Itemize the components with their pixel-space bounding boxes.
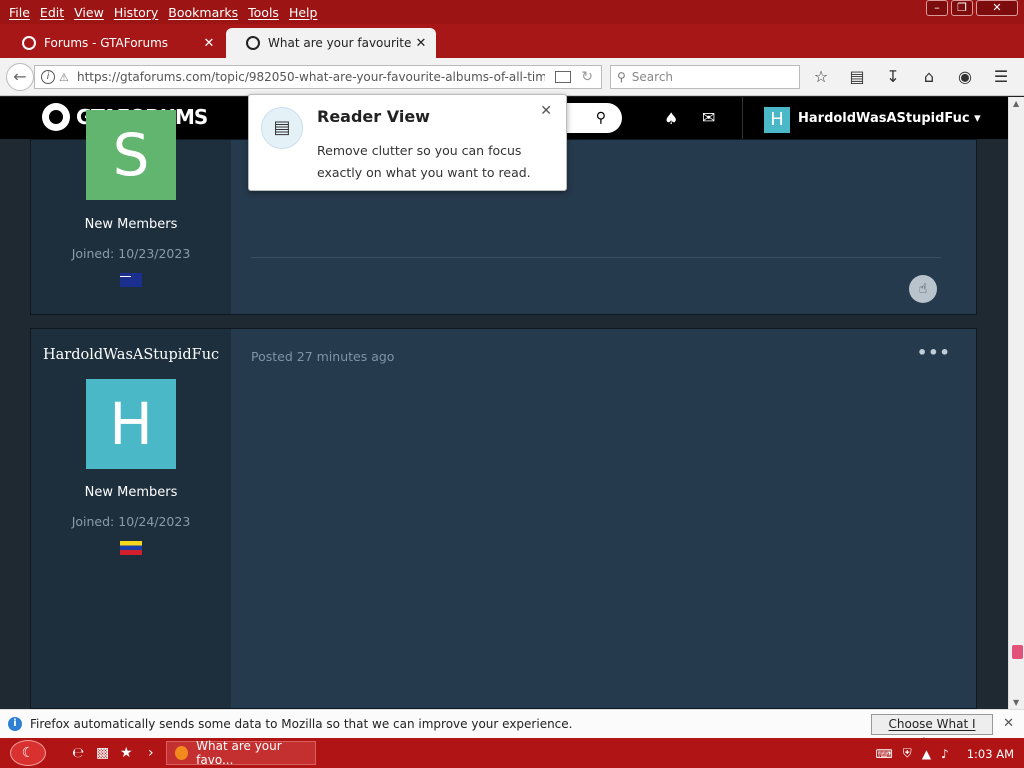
tab-topic[interactable]: What are your favourite alb... ✕ bbox=[226, 28, 436, 58]
caret-down-icon: ▾ bbox=[974, 111, 981, 126]
close-icon[interactable]: ✕ bbox=[1003, 716, 1014, 731]
post-author-panel: S New Members Joined: 10/23/2023 bbox=[31, 110, 231, 314]
choose-what-i-share-button[interactable]: Choose What I Share bbox=[871, 714, 993, 750]
tab-forums[interactable]: Forums - GTAForums ✕ bbox=[2, 28, 224, 58]
toolbar-icons: ☆ ▤ ↧ ⌂ ◉ ☰ bbox=[810, 66, 1012, 88]
menu-bar: File Edit View History Bookmarks Tools H… bbox=[0, 0, 1024, 24]
post-author-panel: HardoldWasAStupidFuc H New Members Joine… bbox=[31, 329, 231, 708]
menu-bookmarks[interactable]: Bookmarks bbox=[163, 5, 243, 20]
keyboard-icon[interactable]: ⌨ bbox=[875, 747, 892, 761]
post-author[interactable]: HardoldWasAStupidFuc bbox=[43, 347, 219, 363]
info-icon[interactable]: i bbox=[41, 70, 55, 84]
menu-help[interactable]: Help bbox=[284, 5, 323, 20]
avatar[interactable]: H bbox=[86, 379, 176, 469]
menu-file[interactable]: File bbox=[4, 5, 35, 20]
menu-tools[interactable]: Tools bbox=[243, 5, 284, 20]
search-placeholder: Search bbox=[631, 70, 674, 84]
info-icon: i bbox=[8, 717, 22, 731]
notification-bar: i Firefox automatically sends some data … bbox=[0, 709, 1024, 750]
close-window-button[interactable]: ✕ bbox=[976, 0, 1018, 16]
bookmark-star-icon[interactable]: ☆ bbox=[810, 66, 832, 88]
lock-icon: ⚠ bbox=[59, 71, 69, 84]
reload-icon[interactable]: ↻ bbox=[581, 69, 593, 85]
member-group: New Members bbox=[84, 217, 178, 232]
download-icon[interactable]: ↧ bbox=[882, 66, 904, 88]
reader-view-icon: ▤ bbox=[261, 107, 303, 149]
firefox-icon bbox=[175, 746, 189, 760]
tab-bar: Forums - GTAForums ✕ What are your favou… bbox=[0, 24, 1024, 75]
internet-explorer-icon[interactable]: ℮ bbox=[72, 745, 84, 761]
shield-icon[interactable]: ⛨ bbox=[903, 746, 912, 761]
taskbar-firefox-window[interactable]: What are your favo... bbox=[166, 739, 316, 767]
pocket-icon[interactable]: ◉ bbox=[954, 66, 976, 88]
joined-date: Joined: 10/24/2023 bbox=[71, 514, 191, 529]
close-icon[interactable]: ✕ bbox=[540, 103, 552, 119]
reading-list-icon[interactable]: ▤ bbox=[846, 66, 868, 88]
menu-view[interactable]: View bbox=[69, 5, 109, 20]
start-button[interactable]: ☾ bbox=[10, 740, 46, 766]
search-icon: ⚲ bbox=[617, 70, 626, 84]
like-icon[interactable]: ☝ bbox=[909, 275, 937, 303]
url-text[interactable]: https://gtaforums.com/topic/982050-what-… bbox=[77, 70, 545, 84]
user-avatar[interactable]: H bbox=[764, 107, 790, 133]
close-icon[interactable]: ✕ bbox=[202, 36, 216, 51]
post-timestamp: Posted 27 minutes ago bbox=[251, 349, 395, 364]
scroll-down-icon[interactable]: ▼ bbox=[1013, 698, 1019, 707]
clock[interactable]: 1:03 AM bbox=[967, 747, 1014, 761]
avatar[interactable]: S bbox=[86, 110, 176, 200]
post-divider bbox=[251, 257, 941, 258]
venezuela-flag-icon bbox=[120, 541, 142, 555]
header-divider bbox=[742, 97, 743, 139]
username: HardoldWasAStupidFuc bbox=[798, 111, 970, 126]
mail-icon[interactable]: ✉ bbox=[702, 108, 715, 127]
notification-text: Firefox automatically sends some data to… bbox=[30, 717, 573, 731]
taskbar: ☾ ℮ ▩ ★ › What are your favo... ⌨ ⛨ ▲ ♪ … bbox=[0, 738, 1024, 768]
vertical-scrollbar[interactable]: ▲ ▼ bbox=[1008, 97, 1024, 709]
chevron-right-icon[interactable]: › bbox=[148, 745, 154, 761]
hamburger-menu-icon[interactable]: ☰ bbox=[990, 66, 1012, 88]
window-controls: – ❐ ✕ bbox=[926, 0, 1018, 16]
menu-history[interactable]: History bbox=[109, 5, 163, 20]
gtaforums-logo-icon bbox=[42, 103, 70, 131]
reader-view-icon[interactable] bbox=[555, 71, 572, 83]
volume-icon[interactable]: ♪ bbox=[941, 747, 949, 761]
reader-view-popup: ▤ Reader View Remove clutter so you can … bbox=[248, 94, 567, 191]
scroll-up-icon[interactable]: ▲ bbox=[1013, 99, 1019, 108]
bell-icon[interactable]: ♠ bbox=[664, 109, 678, 128]
joined-date: Joined: 10/23/2023 bbox=[71, 246, 191, 261]
url-bar[interactable]: i ⚠ https://gtaforums.com/topic/982050-w… bbox=[34, 65, 602, 89]
maximize-button[interactable]: ❐ bbox=[951, 0, 973, 16]
search-icon: ⚲ bbox=[595, 110, 606, 126]
menu-edit[interactable]: Edit bbox=[35, 5, 69, 20]
search-input[interactable]: ⚲ Search bbox=[610, 65, 800, 89]
close-icon[interactable]: ✕ bbox=[414, 36, 428, 51]
menu: File Edit View History Bookmarks Tools H… bbox=[0, 5, 322, 20]
popup-text: Remove clutter so you can focus exactly … bbox=[317, 143, 531, 180]
more-options-icon[interactable]: ••• bbox=[917, 343, 951, 362]
tab-label: Forums - GTAForums bbox=[44, 36, 169, 50]
app-icon[interactable]: ★ bbox=[120, 745, 133, 761]
globe-icon bbox=[246, 36, 260, 50]
navigation-bar: ← i ⚠ https://gtaforums.com/topic/982050… bbox=[0, 58, 1024, 96]
home-icon[interactable]: ⌂ bbox=[918, 66, 940, 88]
australia-flag-icon bbox=[120, 273, 142, 287]
member-group: New Members bbox=[84, 485, 178, 500]
explorer-icon[interactable]: ▩ bbox=[96, 745, 109, 761]
network-icon[interactable]: ▲ bbox=[922, 747, 931, 761]
back-button[interactable]: ← bbox=[6, 63, 34, 91]
popup-title: Reader View bbox=[317, 107, 430, 126]
system-tray: ⌨ ⛨ ▲ ♪ 1:03 AM bbox=[875, 746, 1014, 761]
globe-icon bbox=[22, 36, 36, 50]
forum-post: HardoldWasAStupidFuc H New Members Joine… bbox=[30, 328, 977, 709]
task-label: What are your favo... bbox=[196, 739, 282, 767]
scrollbar-thumb[interactable] bbox=[1012, 645, 1023, 659]
tab-label: What are your favourite alb... bbox=[268, 36, 414, 50]
minimize-button[interactable]: – bbox=[926, 0, 948, 16]
user-menu[interactable]: HardoldWasAStupidFuc ▾ bbox=[798, 111, 981, 126]
